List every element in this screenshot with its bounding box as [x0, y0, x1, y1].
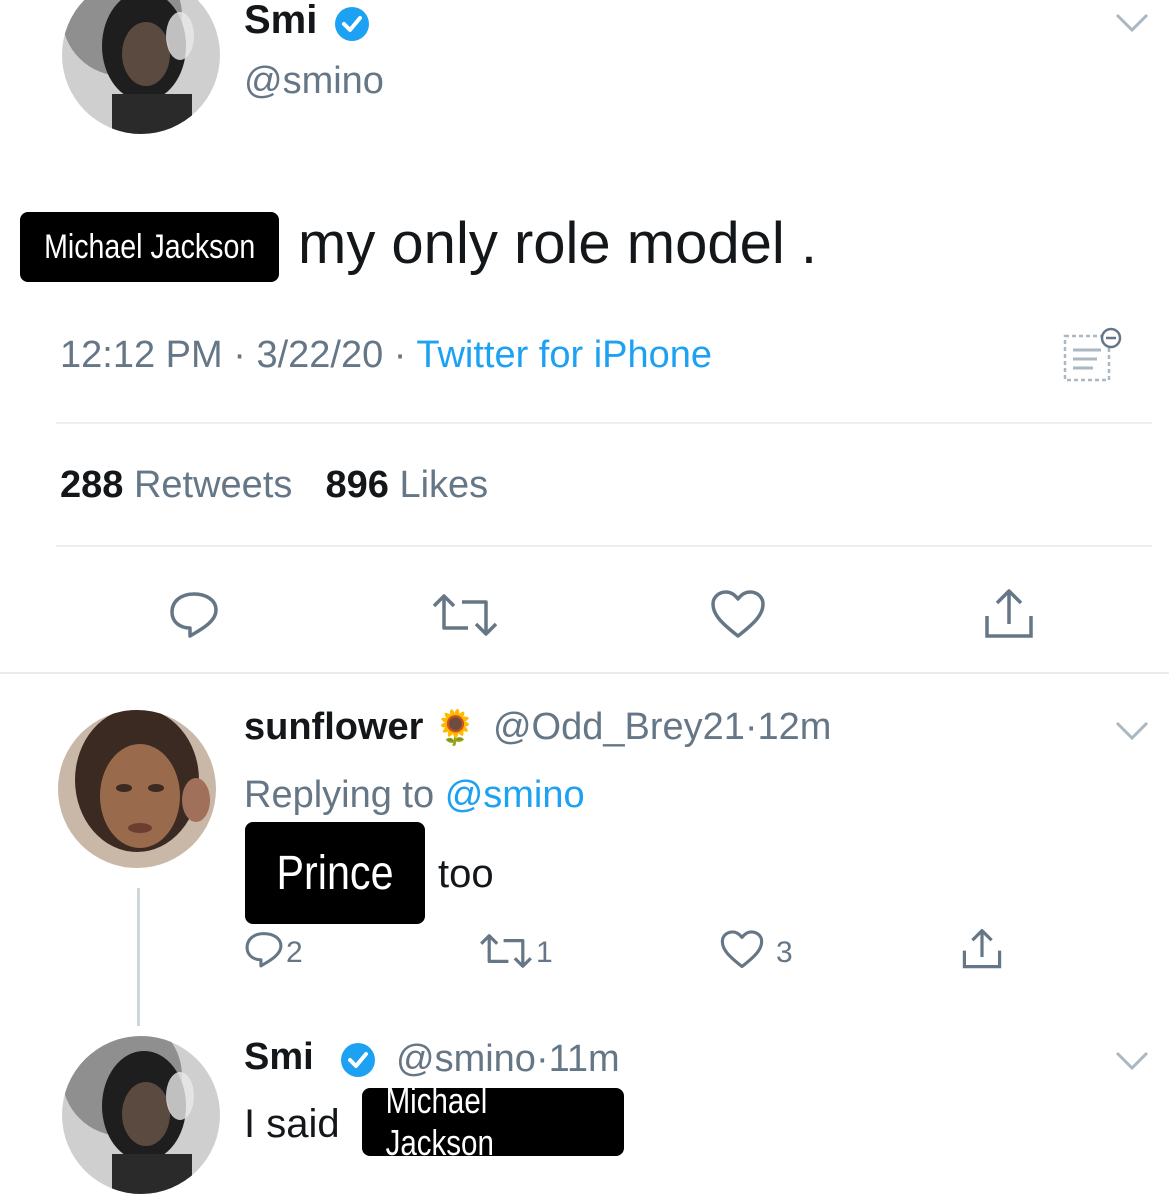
like-button[interactable]: [710, 590, 766, 640]
tweet-date: 3/22/20: [256, 334, 384, 376]
reply-count: 2: [286, 936, 303, 969]
author-handle[interactable]: @smino: [244, 60, 384, 103]
likes-label[interactable]: Likes: [399, 464, 488, 506]
retweets-count[interactable]: 288: [60, 464, 123, 506]
analytics-icon[interactable]: [1062, 326, 1128, 391]
overlay-label-michael-jackson: Michael Jackson: [20, 212, 279, 282]
stats-row: 288 Retweets 896 Likes: [60, 464, 488, 507]
share-button[interactable]: [962, 928, 1002, 970]
tweet-text: my only role model .: [298, 211, 817, 276]
retweet-count: 1: [536, 936, 553, 969]
retweet-button[interactable]: [478, 934, 534, 968]
reply2-header: Smi: [244, 1036, 314, 1079]
chevron-down-icon[interactable]: [1114, 720, 1150, 742]
replying-to: Replying to @smino: [244, 774, 585, 817]
retweets-label[interactable]: Retweets: [134, 464, 292, 506]
meta-separator: ·: [393, 334, 407, 376]
reply2-author-handle[interactable]: @smino: [396, 1038, 536, 1080]
tweet-meta: 12:12 PM · 3/22/20 · Twitter for iPhone: [60, 334, 712, 377]
overlay-label-prince: Prince: [245, 822, 425, 924]
avatar-smi[interactable]: [62, 0, 220, 134]
meta-separator: ·: [233, 334, 246, 376]
overlay-label-text: Prince: [276, 846, 394, 900]
author-name[interactable]: Smi: [244, 0, 317, 43]
reply1-header: sunflower 🌻 @Odd_Brey21·12m: [244, 706, 831, 749]
reply2-separator: ·: [535, 1038, 549, 1080]
reply-button[interactable]: [244, 930, 284, 968]
tweet-source-link[interactable]: Twitter for iPhone: [416, 334, 712, 376]
avatar-smi[interactable]: [62, 1036, 220, 1194]
overlay-label-text: Michael Jackson: [385, 1080, 494, 1163]
share-button[interactable]: [984, 588, 1034, 640]
verified-badge-icon: [338, 1040, 378, 1085]
replying-to-label: Replying to: [244, 774, 435, 816]
chevron-down-icon[interactable]: [1114, 12, 1150, 34]
reply1-separator: ·: [744, 706, 758, 748]
chevron-down-icon[interactable]: [1114, 1050, 1150, 1072]
sunflower-emoji-icon: 🌻: [434, 709, 477, 747]
reply2-meta: @smino·11m: [396, 1038, 620, 1081]
reply2-time[interactable]: 11m: [549, 1038, 620, 1080]
like-button[interactable]: [720, 930, 764, 970]
tweet-time: 12:12 PM: [60, 334, 223, 376]
divider: [0, 672, 1169, 674]
overlay-label-michael-jackson: Michael Jackson: [362, 1080, 624, 1163]
reply1-author-handle[interactable]: @Odd_Brey21: [493, 706, 745, 748]
reply-button[interactable]: [168, 590, 220, 638]
divider: [56, 545, 1152, 547]
verified-badge-icon: [332, 4, 372, 49]
like-count: 3: [776, 936, 793, 969]
reply1-time[interactable]: 12m: [758, 706, 832, 748]
divider: [56, 422, 1152, 424]
avatar-sunflower[interactable]: [58, 710, 216, 868]
reply1-text: too: [438, 852, 494, 896]
reply1-author-name[interactable]: sunflower: [244, 706, 423, 748]
retweet-button[interactable]: [430, 594, 500, 636]
likes-count[interactable]: 896: [326, 464, 389, 506]
overlay-label-text: Michael Jackson: [43, 227, 256, 266]
thread-connector: [137, 888, 140, 1026]
reply2-author-name[interactable]: Smi: [244, 1036, 314, 1078]
reply2-text: I said: [244, 1102, 340, 1146]
replying-to-handle[interactable]: @smino: [445, 774, 585, 816]
